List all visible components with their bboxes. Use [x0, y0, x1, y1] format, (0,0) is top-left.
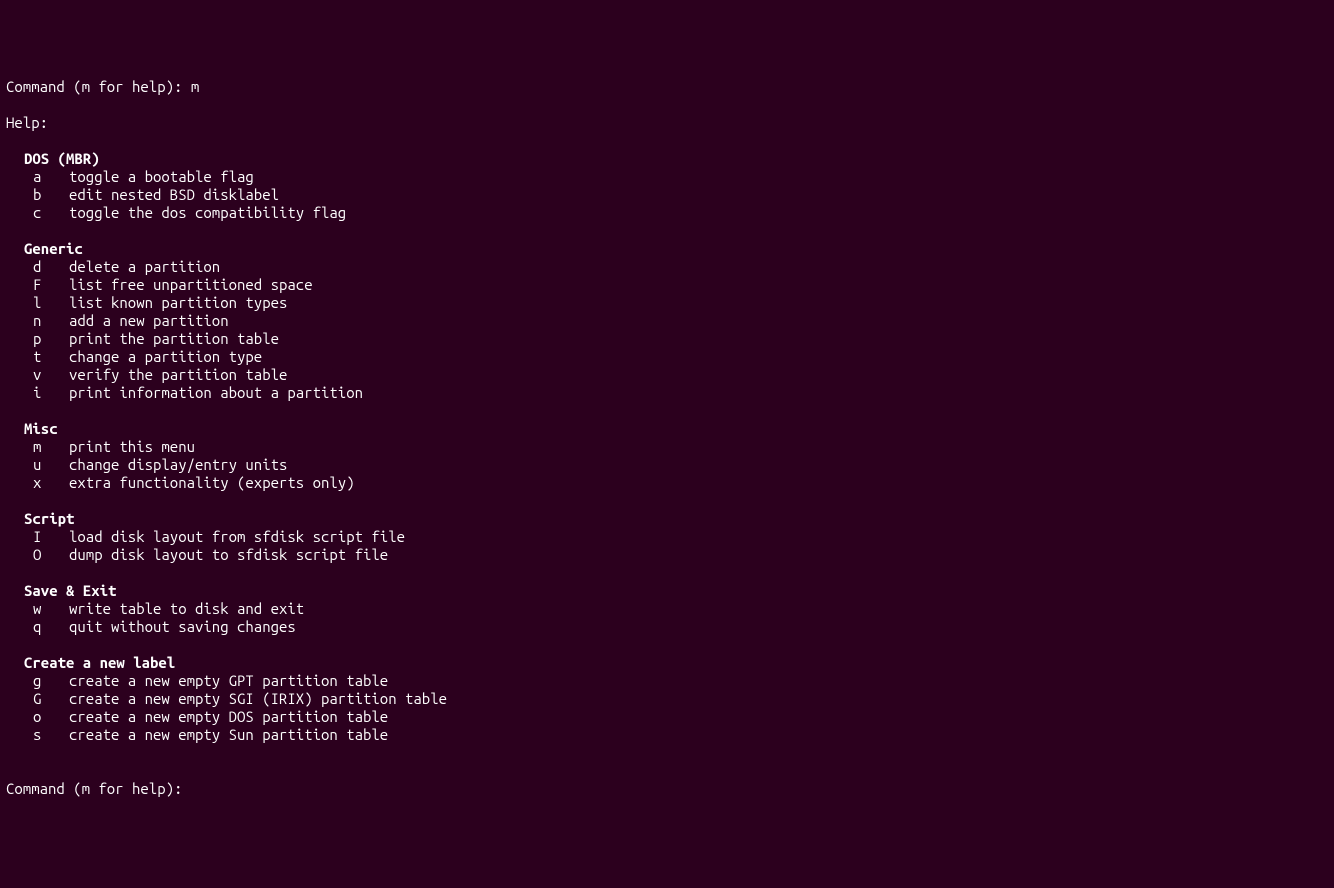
- command-item: Gcreate a new empty SGI (IRIX) partition…: [6, 690, 1328, 708]
- command-description: extra functionality (experts only): [69, 474, 355, 491]
- command-key: a: [33, 168, 69, 186]
- command-key: l: [33, 294, 69, 312]
- prompt-input: m: [191, 78, 199, 95]
- command-item: Odump disk layout to sfdisk script file: [6, 546, 1328, 564]
- terminal-output[interactable]: Command (m for help): mHelp:DOS (MBR)ato…: [6, 78, 1328, 798]
- section-title: DOS (MBR): [6, 150, 1328, 168]
- command-key: n: [33, 312, 69, 330]
- command-key: x: [33, 474, 69, 492]
- command-key: u: [33, 456, 69, 474]
- command-description: print this menu: [69, 438, 195, 455]
- section-title: Generic: [6, 240, 1328, 258]
- command-key: i: [33, 384, 69, 402]
- command-description: create a new empty Sun partition table: [69, 726, 388, 743]
- command-description: create a new empty GPT partition table: [69, 672, 388, 689]
- help-section: Create a new labelgcreate a new empty GP…: [6, 654, 1328, 744]
- command-description: write table to disk and exit: [69, 600, 304, 617]
- command-item: qquit without saving changes: [6, 618, 1328, 636]
- help-section: Save & Exitwwrite table to disk and exit…: [6, 582, 1328, 636]
- command-description: add a new partition: [69, 312, 229, 329]
- command-key: g: [33, 672, 69, 690]
- command-key: G: [33, 690, 69, 708]
- command-key: m: [33, 438, 69, 456]
- command-item: screate a new empty Sun partition table: [6, 726, 1328, 744]
- command-key: p: [33, 330, 69, 348]
- command-key: O: [33, 546, 69, 564]
- command-key: o: [33, 708, 69, 726]
- command-item: llist known partition types: [6, 294, 1328, 312]
- command-description: change a partition type: [69, 348, 262, 365]
- command-description: create a new empty SGI (IRIX) partition …: [69, 690, 447, 707]
- command-key: t: [33, 348, 69, 366]
- command-description: print the partition table: [69, 330, 279, 347]
- command-key: b: [33, 186, 69, 204]
- command-description: print information about a partition: [69, 384, 363, 401]
- prompt-label: Command (m for help):: [6, 78, 191, 95]
- command-item: ctoggle the dos compatibility flag: [6, 204, 1328, 222]
- command-key: s: [33, 726, 69, 744]
- command-description: edit nested BSD disklabel: [69, 186, 279, 203]
- command-item: nadd a new partition: [6, 312, 1328, 330]
- command-key: c: [33, 204, 69, 222]
- command-description: change display/entry units: [69, 456, 287, 473]
- section-title: Save & Exit: [6, 582, 1328, 600]
- command-description: toggle the dos compatibility flag: [69, 204, 346, 221]
- command-item: gcreate a new empty GPT partition table: [6, 672, 1328, 690]
- section-title: Misc: [6, 420, 1328, 438]
- command-item: atoggle a bootable flag: [6, 168, 1328, 186]
- help-section: ScriptIload disk layout from sfdisk scri…: [6, 510, 1328, 564]
- command-description: toggle a bootable flag: [69, 168, 254, 185]
- help-section: Genericddelete a partitionFlist free unp…: [6, 240, 1328, 402]
- cursor: [191, 781, 200, 797]
- command-item: Iload disk layout from sfdisk script fil…: [6, 528, 1328, 546]
- command-item: xextra functionality (experts only): [6, 474, 1328, 492]
- command-item: iprint information about a partition: [6, 384, 1328, 402]
- help-section: Miscmprint this menuuchange display/entr…: [6, 420, 1328, 492]
- command-description: quit without saving changes: [69, 618, 296, 635]
- command-key: F: [33, 276, 69, 294]
- command-description: dump disk layout to sfdisk script file: [69, 546, 388, 563]
- command-prompt-2[interactable]: Command (m for help):: [6, 780, 1328, 798]
- command-item: mprint this menu: [6, 438, 1328, 456]
- command-item: vverify the partition table: [6, 366, 1328, 384]
- command-item: ddelete a partition: [6, 258, 1328, 276]
- command-description: list known partition types: [69, 294, 287, 311]
- command-key: d: [33, 258, 69, 276]
- command-key: w: [33, 600, 69, 618]
- command-prompt-1: Command (m for help): m: [6, 78, 1328, 96]
- command-item: Flist free unpartitioned space: [6, 276, 1328, 294]
- command-description: verify the partition table: [69, 366, 287, 383]
- command-description: create a new empty DOS partition table: [69, 708, 388, 725]
- command-key: q: [33, 618, 69, 636]
- command-item: pprint the partition table: [6, 330, 1328, 348]
- command-key: v: [33, 366, 69, 384]
- help-section: DOS (MBR)atoggle a bootable flagbedit ne…: [6, 150, 1328, 222]
- command-item: tchange a partition type: [6, 348, 1328, 366]
- command-description: delete a partition: [69, 258, 220, 275]
- help-header: Help:: [6, 114, 1328, 132]
- prompt-label: Command (m for help):: [6, 780, 191, 797]
- command-key: I: [33, 528, 69, 546]
- section-title: Create a new label: [6, 654, 1328, 672]
- command-item: wwrite table to disk and exit: [6, 600, 1328, 618]
- command-item: bedit nested BSD disklabel: [6, 186, 1328, 204]
- section-title: Script: [6, 510, 1328, 528]
- command-item: ocreate a new empty DOS partition table: [6, 708, 1328, 726]
- command-description: load disk layout from sfdisk script file: [69, 528, 405, 545]
- command-description: list free unpartitioned space: [69, 276, 313, 293]
- command-item: uchange display/entry units: [6, 456, 1328, 474]
